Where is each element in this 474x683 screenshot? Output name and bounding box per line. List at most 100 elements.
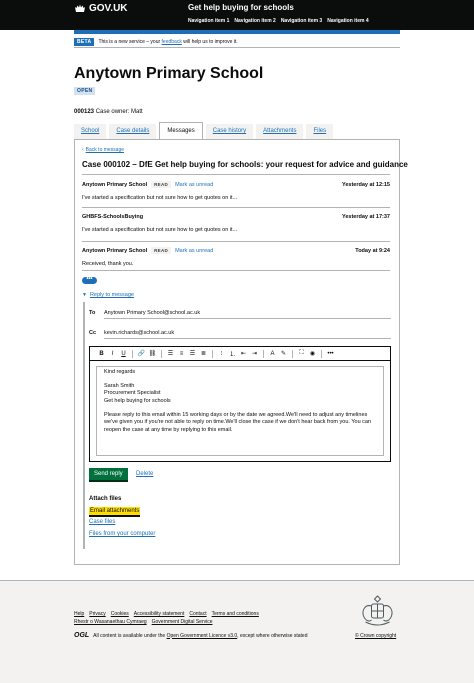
to-field: To Anytown Primary School@school.ac.uk [89, 306, 391, 320]
case-files-link[interactable]: Case files [89, 519, 115, 525]
ogl-logo: OGL [74, 632, 90, 639]
nav-item-4[interactable]: Navigation item 4 [327, 18, 368, 24]
header-underline [74, 30, 400, 34]
footer-link-terms[interactable]: Terms and conditions [212, 611, 259, 617]
nav-item-2[interactable]: Navigation item 2 [234, 18, 275, 24]
phase-text: This is a new service – your feedback wi… [98, 38, 238, 45]
tab-files[interactable]: Files [306, 124, 334, 139]
message-sender: GHBFS-SchoolsBuying [82, 214, 144, 220]
licence-link[interactable]: Open Government Licence v3.0 [167, 633, 238, 639]
align-center-icon[interactable]: ≡ [176, 351, 187, 357]
message-preview: Received, thank you. [82, 261, 134, 267]
govuk-logo[interactable]: GOV.UK [74, 3, 128, 14]
fullscreen-icon[interactable]: ⛶ [296, 350, 307, 357]
licence-text: All content is available under the Open … [93, 632, 308, 639]
numbered-list-icon[interactable]: ⒈ [227, 349, 238, 358]
feedback-link[interactable]: feedback [162, 39, 182, 45]
toolbar-separator [132, 349, 133, 358]
toolbar-separator [161, 349, 162, 358]
tab-attachments[interactable]: Attachments [256, 124, 304, 139]
chevron-left-icon: ‹ [82, 147, 84, 153]
tab-case-history[interactable]: Case history [205, 124, 254, 139]
tab-school[interactable]: School [74, 124, 107, 139]
mark-unread-link[interactable]: Mark as unread [175, 182, 213, 188]
footer-link-accessibility[interactable]: Accessibility statement [134, 611, 185, 617]
phase-banner: BETA This is a new service – your feedba… [74, 36, 400, 48]
header-navigation: Navigation item 1 Navigation item 2 Navi… [188, 18, 369, 24]
case-number: 000123 [74, 109, 95, 115]
crown-copyright-link[interactable]: © Crown copyright [355, 633, 396, 639]
to-input[interactable]: Anytown Primary School@school.ac.uk [104, 307, 391, 319]
back-link[interactable]: ‹ Back to message [82, 147, 124, 153]
email-attachments-link[interactable]: Email attachments [89, 507, 141, 515]
read-tag: READ [151, 247, 172, 254]
italic-button[interactable]: I [107, 351, 118, 357]
send-reply-button[interactable]: Send reply [89, 468, 128, 480]
align-left-icon[interactable]: ☰ [165, 350, 176, 357]
triangle-down-icon: ▼ [82, 292, 87, 298]
royal-crest-icon [362, 595, 393, 626]
to-label: To [89, 310, 96, 316]
bullet-list-icon[interactable]: ⁝ [216, 350, 227, 357]
case-tabs: School Case details Messages Case histor… [74, 122, 336, 140]
signature-team: Get help buying for schools [104, 398, 171, 405]
underline-button[interactable]: U [118, 351, 129, 357]
indent-icon[interactable]: ⇥ [249, 350, 260, 357]
toolbar-separator [263, 349, 264, 358]
case-owner: Case owner: Matt [95, 109, 143, 115]
signature-name: Sarah Smith [104, 382, 135, 389]
footer-link-help[interactable]: Help [74, 611, 84, 617]
signature-role: Procurement Specialist [104, 390, 161, 397]
bold-button[interactable]: B [96, 351, 107, 357]
service-name[interactable]: Get help buying for schools [188, 3, 294, 12]
footer-links: Help Privacy Cookies Accessibility state… [74, 611, 294, 625]
delete-link[interactable]: Delete [136, 471, 153, 477]
tab-messages[interactable]: Messages [159, 122, 203, 140]
toolbar-separator [292, 349, 293, 358]
page-title: Anytown Primary School [74, 65, 264, 82]
thread-title: Case 000102 – DfE Get help buying for sc… [82, 160, 408, 169]
crown-icon [75, 4, 85, 12]
outdent-icon[interactable]: ⇤ [238, 350, 249, 357]
licence: OGL All content is available under the O… [74, 632, 308, 639]
message-item[interactable]: GHBFS-SchoolsBuying Yesterday at 17:37 I… [82, 214, 390, 233]
reply-toggle[interactable]: ▼ Reply to message [82, 292, 134, 298]
message-sender: Anytown Primary School [82, 181, 148, 188]
message-body-input[interactable]: Kind regards Sarah Smith Procurement Spe… [96, 366, 384, 456]
justify-icon[interactable]: ≣ [198, 350, 209, 357]
preview-icon[interactable]: ◉ [307, 350, 318, 357]
nav-item-1[interactable]: Navigation item 1 [188, 18, 229, 24]
reply-toggle-label[interactable]: Reply to message [90, 292, 134, 298]
details-border [83, 302, 85, 549]
logo-text: GOV.UK [89, 3, 128, 14]
footer-link-privacy[interactable]: Privacy [89, 611, 105, 617]
message-item[interactable]: Anytown Primary School READ Mark as unre… [82, 181, 390, 201]
align-right-icon[interactable]: ☰ [187, 350, 198, 357]
message-preview: I've started a specification but not sur… [82, 227, 238, 233]
footer-link-welsh[interactable]: Rhestr o Wasanaethau Cymraeg [74, 619, 147, 625]
message-item[interactable]: Anytown Primary School READ Mark as unre… [82, 247, 390, 267]
text-color-icon[interactable]: A [267, 351, 278, 357]
link-icon[interactable]: 🔗 [136, 350, 147, 357]
mark-unread-link[interactable]: Mark as unread [175, 248, 213, 254]
files-from-computer-link[interactable]: Files from your computer [89, 531, 155, 537]
footer-link-gds[interactable]: Government Digital Service [152, 619, 213, 625]
cc-label: Cc [89, 330, 97, 336]
toolbar-separator [212, 349, 213, 358]
divider [82, 207, 390, 208]
beta-tag: BETA [74, 37, 95, 46]
highlight-icon[interactable]: ✎ [278, 350, 289, 357]
site-header: GOV.UK Get help buying for schools Navig… [0, 0, 474, 30]
message-preview: I've started a specification but not sur… [82, 195, 238, 201]
message-sender: Anytown Primary School [82, 247, 148, 254]
show-more-button[interactable]: ••• [82, 276, 97, 284]
unlink-icon[interactable]: ⛓ [147, 350, 158, 357]
cc-input[interactable]: kevin.richards@school.ac.uk [104, 327, 391, 339]
more-icon[interactable]: ••• [325, 351, 336, 357]
nav-item-3[interactable]: Navigation item 3 [281, 18, 322, 24]
footer-link-contact[interactable]: Contact [189, 611, 206, 617]
body-paragraph: Please reply to this email within 15 wor… [104, 411, 372, 434]
tab-case-details[interactable]: Case details [109, 124, 157, 139]
divider [82, 270, 390, 271]
footer-link-cookies[interactable]: Cookies [111, 611, 129, 617]
